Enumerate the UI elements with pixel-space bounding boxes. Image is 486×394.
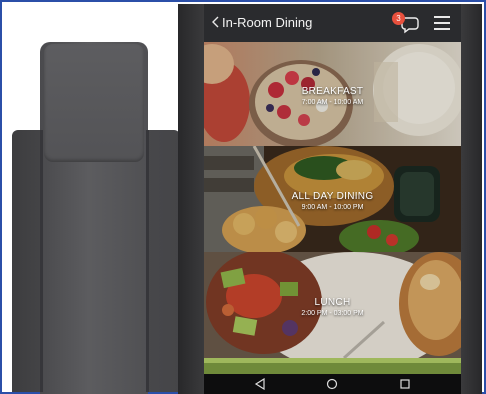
system-nav-bar — [204, 374, 461, 394]
tile-title-all-day-dining: ALL DAY DINING — [291, 191, 374, 202]
cradle-divider-left — [40, 130, 43, 392]
menu-tile-breakfast[interactable]: BREAKFAST 7:00 AM - 10:00 AM — [204, 42, 461, 146]
app-header: In-Room Dining 3 — [204, 4, 461, 42]
menu-tile-lunch[interactable]: LUNCH 2:00 PM - 03:00 PM — [204, 252, 461, 358]
nav-home-circle-icon[interactable] — [326, 378, 338, 390]
menu-tile-next-partial[interactable] — [204, 358, 461, 374]
nav-back-triangle-icon[interactable] — [254, 378, 266, 390]
tile-title-lunch: LUNCH — [314, 297, 351, 308]
menu-tile-all-day-dining[interactable]: ALL DAY DINING 9:00 AM - 10:00 PM — [204, 146, 461, 252]
nav-recents-square-icon[interactable] — [399, 378, 411, 390]
cradle-divider-right — [146, 130, 149, 392]
tablet-right-edge — [461, 4, 482, 394]
tablet-left-edge — [178, 4, 204, 394]
tile-hours-breakfast: 7:00 AM - 10:00 AM — [301, 99, 364, 106]
tile-title-breakfast: BREAKFAST — [301, 86, 364, 97]
next-tile-photo — [204, 358, 461, 374]
handset-earpiece — [44, 44, 144, 162]
tile-hours-lunch: 2:00 PM - 03:00 PM — [301, 310, 364, 317]
hamburger-menu-icon[interactable] — [434, 16, 450, 30]
chat-notification-badge: 3 — [392, 12, 405, 25]
tile-hours-all-day-dining: 9:00 AM - 10:00 PM — [301, 204, 364, 211]
page-title: In-Room Dining — [222, 15, 313, 30]
chevron-left-icon[interactable] — [210, 14, 222, 30]
tablet-screen: In-Room Dining 3 BREAKFAST 7:00 AM - 10:… — [204, 4, 461, 394]
